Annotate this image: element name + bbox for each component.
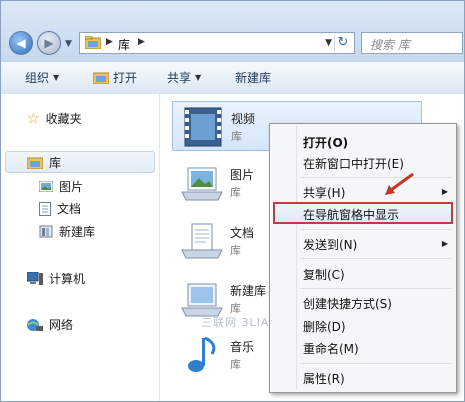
- sidebar-item-pictures[interactable]: 图片: [39, 178, 83, 195]
- address-dropdown-icon[interactable]: ▼: [325, 38, 332, 48]
- sidebar-item-libraries[interactable]: 库: [27, 154, 61, 171]
- menu-separator: [300, 258, 452, 259]
- organize-button[interactable]: 组织 ▼: [25, 69, 59, 86]
- annotation-arrow-icon: [385, 172, 414, 195]
- submenu-arrow-icon: ▶: [441, 239, 448, 248]
- menu-separator: [300, 229, 452, 230]
- library-name: 新建库: [230, 284, 267, 298]
- menu-item-create-shortcut[interactable]: 创建快捷方式(S): [303, 295, 392, 312]
- video-library-icon: [184, 107, 222, 147]
- search-input[interactable]: 搜索 库: [361, 32, 463, 54]
- new-library-button[interactable]: 新建库: [235, 69, 271, 86]
- library-name: 图片: [230, 168, 255, 182]
- sidebar-item-label: 库: [49, 156, 62, 170]
- star-icon: ☆: [27, 110, 40, 127]
- library-name: 文档: [230, 226, 255, 240]
- context-menu: 打开(O) 在新窗口中打开(E) 共享(H) ▶ 在导航窗格中显示 发送到(N)…: [269, 123, 457, 393]
- pictures-library-icon: [181, 167, 223, 201]
- chevron-down-icon: ▼: [195, 73, 202, 82]
- sidebar-item-favorites[interactable]: ☆ 收藏夹: [27, 110, 82, 127]
- library-icon: [39, 225, 53, 238]
- back-button[interactable]: ◀: [9, 31, 33, 55]
- open-label: 打开: [113, 71, 138, 85]
- navigation-pane: ☆ 收藏夹 库 图片 文档 新建库 计算机 网络: [1, 94, 160, 401]
- menu-item-show-in-navigation-pane[interactable]: 在导航窗格中显示: [303, 206, 399, 223]
- pictures-icon: [39, 181, 53, 192]
- sidebar-item-network[interactable]: 网络: [27, 316, 73, 333]
- library-type: 库: [231, 130, 242, 143]
- computer-icon: [27, 271, 43, 285]
- menu-item-rename[interactable]: 重命名(M): [303, 340, 359, 357]
- sidebar-item-label: 新建库: [59, 225, 96, 239]
- new-library-label: 新建库: [235, 71, 272, 85]
- menu-item-send-to[interactable]: 发送到(N): [303, 236, 357, 253]
- sidebar-item-label: 文档: [57, 202, 82, 216]
- explorer-window: ◀ ▶ ▼ ▶ 库 ▶ ▼ ↻ 搜索 库 组织 ▼ 打开 共享 ▼ 新建库 ☆ …: [0, 0, 465, 402]
- chevron-down-icon: ▼: [53, 73, 60, 82]
- menu-item-copy[interactable]: 复制(C): [303, 266, 345, 283]
- music-library-icon: [188, 336, 216, 372]
- sidebar-item-label: 网络: [49, 318, 74, 332]
- sidebar-item-label: 计算机: [49, 272, 86, 286]
- menu-separator: [300, 288, 452, 289]
- breadcrumb-chevron-icon[interactable]: ▶: [106, 37, 113, 47]
- library-folder-icon: [27, 157, 43, 169]
- sidebar-item-computer[interactable]: 计算机: [27, 270, 85, 287]
- menu-separator: [300, 363, 452, 364]
- library-folder-icon: [93, 72, 109, 84]
- address-bar-area: ◀ ▶ ▼ ▶ 库 ▶ ▼ ↻ 搜索 库: [1, 1, 464, 61]
- menu-item-open[interactable]: 打开(O): [303, 134, 348, 151]
- menu-item-share[interactable]: 共享(H): [303, 184, 345, 201]
- library-name: 音乐: [230, 340, 255, 354]
- organize-label: 组织: [25, 71, 50, 85]
- menu-item-delete[interactable]: 删除(D): [303, 318, 346, 335]
- library-folder-icon: [85, 36, 101, 49]
- sidebar-item-new-library[interactable]: 新建库: [39, 223, 95, 240]
- sidebar-item-documents[interactable]: 文档: [39, 200, 81, 217]
- network-icon: [27, 318, 43, 331]
- breadcrumb-chevron-icon[interactable]: ▶: [138, 37, 145, 47]
- document-icon: [39, 201, 51, 216]
- library-type: 库: [230, 358, 241, 371]
- command-toolbar: 组织 ▼ 打开 共享 ▼ 新建库: [1, 61, 464, 95]
- refresh-icon[interactable]: ↻: [334, 35, 351, 51]
- library-name: 视频: [231, 112, 256, 126]
- library-type: 库: [230, 244, 241, 257]
- menu-item-properties[interactable]: 属性(R): [303, 370, 345, 387]
- share-button[interactable]: 共享 ▼: [167, 69, 201, 86]
- library-type: 库: [230, 186, 241, 199]
- sidebar-item-label: 收藏夹: [45, 112, 82, 126]
- forward-button[interactable]: ▶: [37, 31, 61, 55]
- menu-separator: [300, 177, 452, 178]
- sidebar-item-label: 图片: [59, 180, 84, 194]
- breadcrumb-libraries[interactable]: 库: [118, 36, 130, 53]
- open-button[interactable]: 打开: [93, 69, 137, 86]
- share-label: 共享: [167, 71, 192, 85]
- menu-gutter: [296, 126, 297, 390]
- recent-pages-dropdown[interactable]: ▼: [65, 39, 72, 49]
- submenu-arrow-icon: ▶: [441, 187, 448, 196]
- address-box[interactable]: ▶ 库 ▶ ▼ ↻: [79, 32, 355, 54]
- menu-item-open-new-window[interactable]: 在新窗口中打开(E): [303, 155, 404, 172]
- documents-library-icon: [181, 223, 223, 259]
